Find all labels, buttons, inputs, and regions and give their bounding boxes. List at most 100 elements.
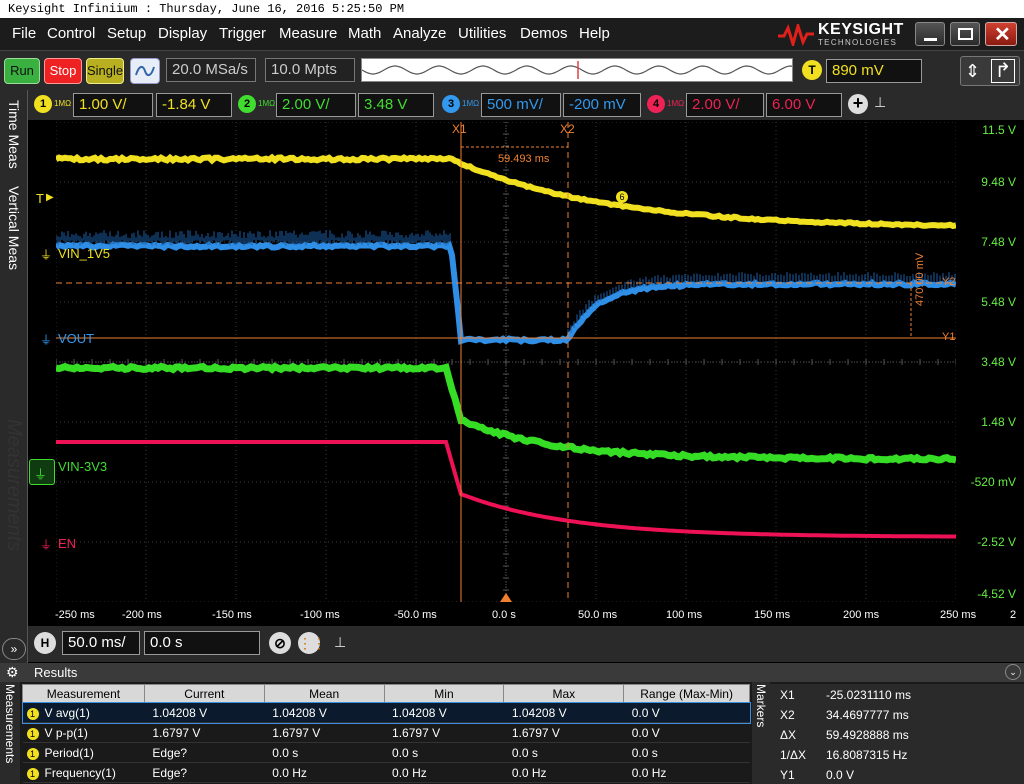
table-row[interactable]: 1V p-p(1) 1.6797 V 1.6797 V 1.6797 V 1.6797 … [23, 723, 750, 743]
column-header[interactable]: Measurement [23, 685, 145, 703]
table-row[interactable]: 1 Period(1) Edge? 0.0 s 0.0 s 0.0 s 0.0 s [23, 743, 750, 763]
channel-2-scale[interactable]: 2.00 V/ [276, 93, 356, 117]
trace-label-vin-1v5: VIN_1V5 [58, 246, 110, 261]
pan-button[interactable]: ⋮⋮ [298, 632, 320, 654]
column-header[interactable]: Max [504, 685, 624, 703]
touch-mode-button[interactable]: ⇕ ↱ [960, 56, 1020, 86]
chevron-down-icon[interactable]: ⌄ [1005, 664, 1021, 680]
menu-file[interactable]: File [12, 25, 36, 42]
cell-min: 1.6797 V [384, 723, 504, 743]
menu-utilities[interactable]: Utilities [458, 25, 506, 42]
channel-4-scale[interactable]: 2.00 V/ [686, 93, 764, 117]
channel-1-button[interactable]: 1 [34, 95, 52, 113]
menu-measure[interactable]: Measure [279, 25, 337, 42]
menu-demos[interactable]: Demos [520, 25, 568, 42]
sample-rate-field[interactable]: 20.0 MSa/s [166, 58, 256, 82]
close-button[interactable]: ✕ [985, 22, 1017, 46]
channel-1-offset[interactable]: -1.84 V [156, 93, 232, 117]
column-header[interactable]: Mean [264, 685, 384, 703]
measurement-label: V p-p(1) [45, 726, 88, 740]
single-button[interactable]: Single [86, 58, 124, 84]
add-channel-button[interactable]: + [848, 94, 868, 114]
channel-4-button[interactable]: 4 [647, 95, 665, 113]
results-header: ⚙ Results ⌄ [0, 663, 1024, 682]
time-tick-label: -250 ms [55, 609, 95, 621]
measurements-side-tab[interactable]: Measurements [0, 682, 20, 784]
marker-value: 0.0 V [826, 768, 854, 782]
autoscale-icon [133, 61, 157, 81]
channel-3-scale[interactable]: 500 mV/ [481, 93, 561, 117]
channel-3-offset[interactable]: -200 mV [563, 93, 641, 117]
autoscale-button[interactable] [130, 58, 160, 84]
cell-current: 1.04208 V [144, 703, 264, 723]
channel-badge: 1 [27, 708, 39, 720]
menu-trigger[interactable]: Trigger [219, 25, 266, 42]
trigger-position-icon[interactable] [500, 593, 512, 602]
scale-label: -4.52 V [977, 587, 1016, 601]
marker-key: X2 [780, 708, 795, 722]
column-header[interactable]: Range (Max-Min) [624, 685, 750, 703]
trigger-badge[interactable]: T [802, 60, 822, 80]
minimize-button[interactable] [915, 22, 945, 46]
gear-icon[interactable]: ⚙ [6, 663, 19, 682]
time-tick-label: -100 ms [300, 609, 340, 621]
time-tick-label: 200 ms [843, 609, 879, 621]
menu-help[interactable]: Help [579, 25, 610, 42]
stop-button[interactable]: Stop [44, 58, 82, 84]
horizontal-badge[interactable]: H [34, 632, 56, 654]
time-tick-label: 250 ms [940, 609, 976, 621]
channel-2-ground-button[interactable]: ⏚ [29, 459, 55, 485]
column-header[interactable]: Current [144, 685, 264, 703]
time-tick-label: 0.0 s [492, 609, 516, 621]
tab-vertical-meas[interactable]: Vertical Meas [2, 178, 26, 278]
results-title: Results [34, 663, 77, 682]
trigger-arrow-icon: ▶ [46, 192, 54, 203]
markers-side-tab[interactable]: Markers [752, 682, 770, 784]
marker-y2-label: Y2 [942, 276, 955, 288]
table-row[interactable]: 1 Frequency(1) Edge? 0.0 Hz 0.0 Hz 0.0 Hz 0.0 … [23, 763, 750, 783]
menu-setup[interactable]: Setup [107, 25, 146, 42]
channel-2-button[interactable]: 2 [238, 95, 256, 113]
measurements-table: Measurement Current Mean Min Max Range (… [22, 684, 750, 783]
menu-display[interactable]: Display [158, 25, 207, 42]
measurements-side-label: Measurements [1, 684, 19, 782]
horizontal-scale-field[interactable]: 50.0 ms/ [62, 631, 140, 655]
ground-icon-ch1: ⏚ [40, 246, 52, 263]
ground-icon-ch3: ⏚ [40, 331, 52, 348]
cell-mean: 1.6797 V [264, 723, 384, 743]
memory-depth-field[interactable]: 10.0 Mpts [265, 58, 355, 82]
tab-time-meas[interactable]: Time Meas [2, 94, 26, 174]
horizontal-position-field[interactable]: 0.0 s [144, 631, 260, 655]
waveform-display[interactable]: X1 X2 59.493 ms 470.00 mV Y2 Y1 6 [56, 122, 956, 602]
pin-icon[interactable]: ⊥ [334, 634, 346, 651]
zoom-button[interactable]: ⊘ [269, 632, 291, 654]
run-button[interactable]: Run [4, 58, 40, 84]
tab-measurements[interactable]: Measurements [2, 400, 26, 570]
cell-current: Edge? [144, 763, 264, 783]
menu-math[interactable]: Math [348, 25, 381, 42]
column-header[interactable]: Min [384, 685, 504, 703]
pin-icon[interactable]: ⊥ [874, 94, 886, 111]
scale-label: 7.48 V [981, 235, 1016, 249]
channel-2-offset[interactable]: 3.48 V [358, 93, 434, 117]
menu-control[interactable]: Control [47, 25, 95, 42]
cell-range: 0.0 Hz [624, 763, 750, 783]
cell-range: 0.0 V [624, 723, 750, 743]
collapse-button[interactable]: » [2, 638, 26, 660]
channel-4-offset[interactable]: 6.00 V [766, 93, 842, 117]
cell-mean: 0.0 Hz [264, 763, 384, 783]
maximize-button[interactable] [950, 22, 980, 46]
scale-label: -2.52 V [977, 535, 1016, 549]
menu-analyze[interactable]: Analyze [393, 25, 446, 42]
trigger-edge-icon: ↱ [991, 59, 1015, 83]
scale-label: 5.48 V [981, 295, 1016, 309]
logo-subtext: TECHNOLOGIES [818, 38, 897, 47]
channel-3-coupling: 1MΩ [462, 99, 479, 108]
trigger-level-field[interactable]: 890 mV [826, 59, 922, 83]
channel-3-button[interactable]: 3 [442, 95, 460, 113]
channel-1-scale[interactable]: 1.00 V/ [73, 93, 153, 117]
table-row[interactable]: 1V avg(1) 1.04208 V 1.04208 V 1.04208 V 1.04… [23, 703, 750, 723]
measurement-label: V avg(1) [45, 706, 90, 720]
trigger-level-marker[interactable]: T [36, 191, 44, 206]
channel-row: 1 1MΩ 1.00 V/ -1.84 V 2 1MΩ 2.00 V/ 3.48… [0, 90, 1024, 120]
